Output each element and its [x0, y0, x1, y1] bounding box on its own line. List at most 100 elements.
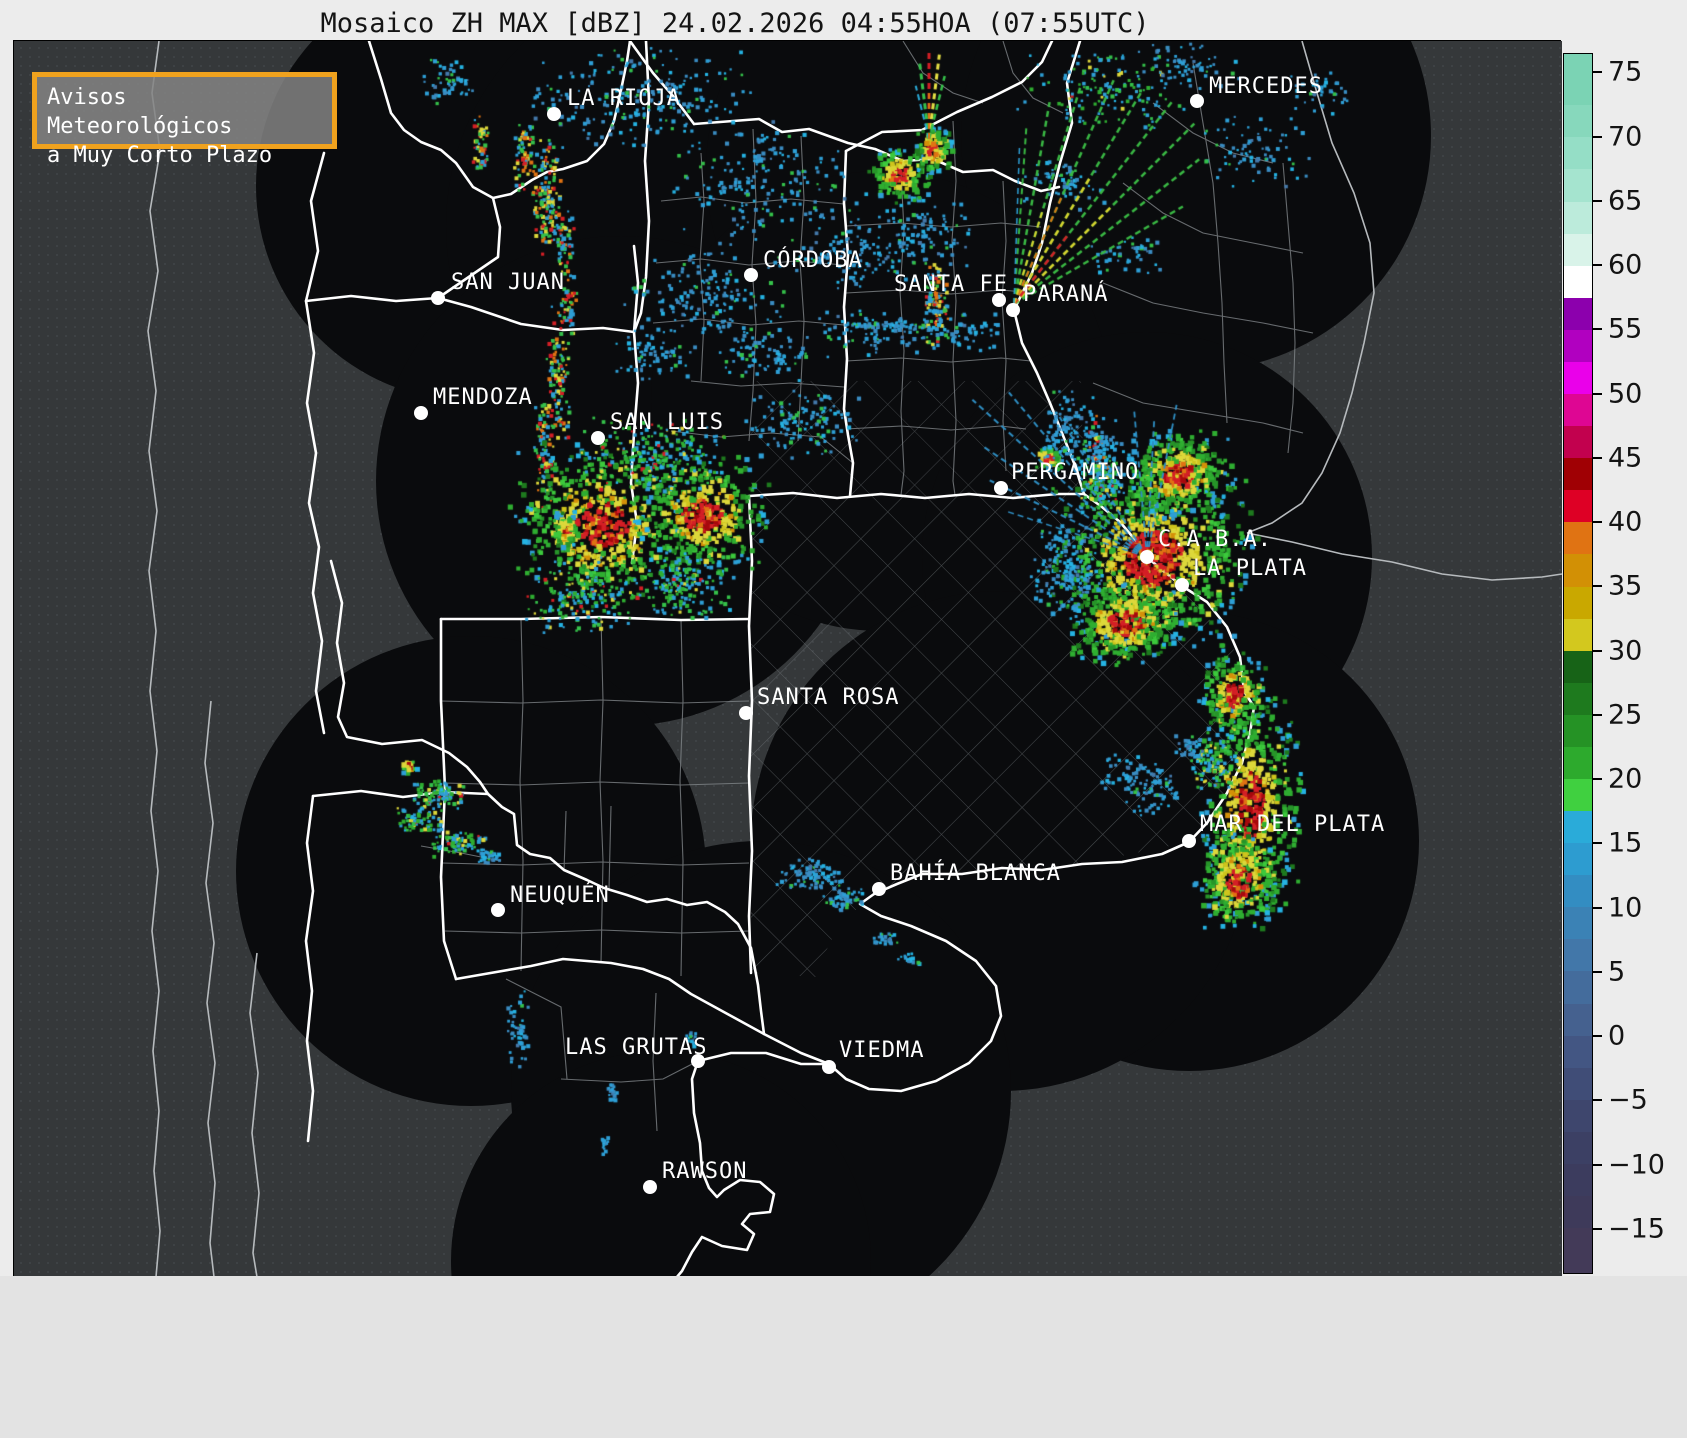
colorbar-tick-label: 55 [1608, 314, 1642, 345]
colorbar-tick-label: −15 [1608, 1214, 1665, 1245]
colorbar-tick [1593, 842, 1602, 844]
colorbar-band [1564, 522, 1592, 554]
dbz-colorbar [1563, 53, 1593, 1274]
city-dot [547, 107, 561, 121]
radar-product-page: { "title": "Mosaico ZH MAX [dBZ] 24.02.2… [0, 0, 1687, 1438]
city-dot [414, 406, 428, 420]
colorbar-band [1564, 651, 1592, 683]
colorbar-band [1564, 394, 1592, 426]
colorbar-band [1564, 1004, 1592, 1036]
colorbar-tick-label: 60 [1608, 250, 1642, 281]
colorbar-band [1564, 1036, 1592, 1068]
colorbar-band [1564, 1228, 1592, 1273]
colorbar-tick [1593, 1035, 1602, 1037]
colorbar-band [1564, 811, 1592, 843]
colorbar-tick [1593, 907, 1602, 909]
city-label: SANTA ROSA [757, 685, 899, 710]
colorbar-band [1564, 202, 1592, 234]
colorbar-band [1564, 54, 1592, 73]
colorbar-band [1564, 298, 1592, 330]
city-label: VIEDMA [839, 1038, 924, 1063]
city-label: NEUQUÉN [510, 882, 610, 908]
colorbar-tick [1593, 71, 1602, 73]
city-dot [491, 903, 505, 917]
radar-map: MERCEDESLA RIOJASAN JUANCÓRDOBASANTA FEP… [13, 40, 1561, 1276]
colorbar-band [1564, 971, 1592, 1003]
city-dot [591, 431, 605, 445]
city-dot [643, 1180, 657, 1194]
colorbar-band [1564, 619, 1592, 651]
colorbar-band [1564, 458, 1592, 490]
city-dot [1190, 94, 1204, 108]
warnings-line1: Avisos Meteorológicos [47, 83, 322, 141]
colorbar-band [1564, 169, 1592, 201]
colorbar-tick-label: 0 [1608, 1021, 1625, 1052]
colorbar-tick [1593, 521, 1602, 523]
colorbar-tick-label: 45 [1608, 442, 1642, 473]
colorbar-band [1564, 587, 1592, 619]
city-label: SAN JUAN [451, 270, 565, 295]
colorbar-band [1564, 939, 1592, 971]
colorbar-band [1564, 73, 1592, 105]
colorbar-band [1564, 715, 1592, 747]
city-label: LAS GRUTAS [565, 1035, 707, 1060]
city-label: PARANÁ [1023, 281, 1108, 307]
colorbar-band [1564, 137, 1592, 169]
colorbar-band [1564, 1100, 1592, 1132]
city-dot [994, 481, 1008, 495]
colorbar-band [1564, 1196, 1592, 1228]
city-dot [739, 706, 753, 720]
colorbar-tick [1593, 393, 1602, 395]
colorbar-tick [1593, 200, 1602, 202]
footer-logos: Servicio Meteorológico Nacional Argentin… [0, 1276, 1687, 1438]
colorbar-tick-label: 5 [1608, 956, 1625, 987]
colorbar-tick-label: 15 [1608, 828, 1642, 859]
colorbar-tick-label: 40 [1608, 507, 1642, 538]
colorbar-band [1564, 875, 1592, 907]
city-dot [822, 1060, 836, 1074]
city-markers-svg: MERCEDESLA RIOJASAN JUANCÓRDOBASANTA FEP… [14, 41, 1562, 1277]
colorbar-tick [1593, 264, 1602, 266]
city-label: LA RIOJA [567, 86, 681, 111]
colorbar-band [1564, 266, 1592, 298]
colorbar-tick-label: −10 [1608, 1149, 1665, 1180]
colorbar-tick-label: −5 [1608, 1085, 1648, 1116]
city-label: LA PLATA [1193, 556, 1307, 581]
colorbar-tick [1593, 585, 1602, 587]
colorbar-tick-label: 20 [1608, 764, 1642, 795]
colorbar-band [1564, 234, 1592, 266]
city-dot [431, 291, 445, 305]
colorbar-tick [1593, 714, 1602, 716]
colorbar-tick [1593, 778, 1602, 780]
colorbar-band [1564, 426, 1592, 458]
page-title: Mosaico ZH MAX [dBZ] 24.02.2026 04:55HOA… [0, 8, 1470, 39]
colorbar-band [1564, 490, 1592, 522]
colorbar-tick-label: 35 [1608, 571, 1642, 602]
colorbar-tick-label: 30 [1608, 635, 1642, 666]
city-label: MAR DEL PLATA [1200, 812, 1385, 837]
city-dot [744, 268, 758, 282]
colorbar-band [1564, 907, 1592, 939]
city-label: PERGAMINO [1011, 460, 1139, 485]
warnings-line2: a Muy Corto Plazo [47, 141, 322, 170]
colorbar-tick [1593, 1228, 1602, 1230]
colorbar-tick [1593, 328, 1602, 330]
colorbar-tick [1593, 136, 1602, 138]
colorbar-band [1564, 554, 1592, 586]
colorbar-tick-label: 50 [1608, 378, 1642, 409]
colorbar-tick-label: 75 [1608, 57, 1642, 88]
colorbar-band [1564, 779, 1592, 811]
colorbar-tick [1593, 971, 1602, 973]
city-dot [1140, 550, 1154, 564]
colorbar-band [1564, 843, 1592, 875]
colorbar-band [1564, 747, 1592, 779]
colorbar-tick [1593, 650, 1602, 652]
city-dot [1006, 303, 1020, 317]
colorbar-tick [1593, 1099, 1602, 1101]
city-label: BAHÍA BLANCA [890, 860, 1061, 886]
city-label: SAN LUIS [610, 410, 724, 435]
colorbar-band [1564, 683, 1592, 715]
city-label: C.A.B.A. [1158, 527, 1272, 552]
city-label: MERCEDES [1209, 74, 1323, 99]
warnings-overlay-box[interactable]: Avisos Meteorológicos a Muy Corto Plazo [32, 72, 337, 149]
